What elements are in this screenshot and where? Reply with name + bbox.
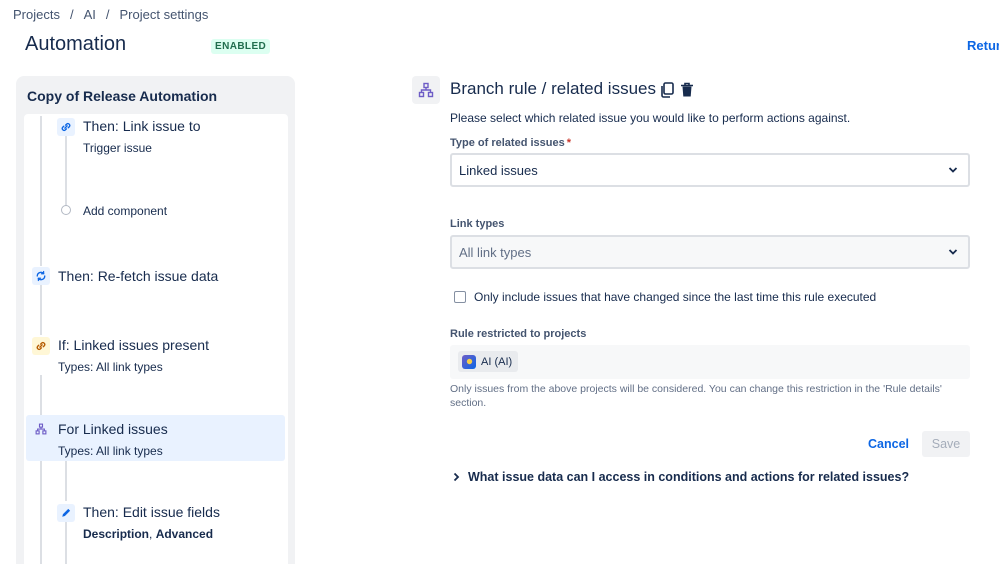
- timeline-line: [40, 375, 42, 415]
- project-avatar-icon: [462, 354, 476, 369]
- timeline-line: [40, 461, 42, 564]
- copy-icon[interactable]: [660, 82, 674, 103]
- node-subtitle: Types: All link types: [58, 360, 163, 374]
- node-title: Then: Re-fetch issue data: [58, 268, 219, 284]
- pencil-icon: [57, 504, 75, 522]
- chevron-down-icon: [948, 167, 958, 173]
- helper-text: Only issues from the above projects will…: [450, 383, 942, 409]
- node-title: For Linked issues: [58, 421, 168, 437]
- select-placeholder: All link types: [459, 244, 532, 260]
- status-badge: ENABLED: [211, 39, 271, 54]
- changed-only-row[interactable]: Only include issues that have changed si…: [454, 290, 876, 304]
- branch-icon: [412, 76, 440, 104]
- field-advanced: Advanced: [155, 527, 214, 541]
- add-component-label: Add component: [83, 204, 168, 218]
- breadcrumb-separator: /: [105, 7, 110, 22]
- save-button[interactable]: Save: [922, 431, 970, 457]
- node-subtitle: Types: All link types: [58, 444, 163, 458]
- node-title: Then: Edit issue fields: [83, 504, 220, 520]
- chevron-right-icon: [453, 472, 460, 482]
- timeline-line: [40, 285, 42, 335]
- refresh-icon: [32, 267, 50, 285]
- node-subtitle: Trigger issue: [83, 141, 152, 155]
- faq-label: What issue data can I access in conditio…: [468, 470, 910, 484]
- node-subtitle: Description, Advanced: [83, 527, 213, 541]
- field-separator: ,: [149, 527, 156, 541]
- section-title: Branch rule / related issues: [450, 79, 656, 98]
- breadcrumb-ai[interactable]: AI: [84, 7, 96, 22]
- node-title: If: Linked issues present: [58, 337, 209, 353]
- timeline-line: [65, 134, 67, 206]
- page-title: Automation: [25, 33, 127, 55]
- link-types-select[interactable]: All link types: [450, 235, 970, 269]
- breadcrumb: Projects / AI / Project settings: [13, 7, 208, 22]
- rule-panel: Copy of Release Automation: [16, 76, 295, 564]
- return-link[interactable]: Return: [967, 38, 999, 53]
- type-label-text: Type of related issues: [450, 137, 565, 149]
- changed-only-checkbox[interactable]: [454, 291, 466, 303]
- breadcrumb-separator: /: [69, 7, 74, 22]
- project-chip: AI (AI): [458, 351, 519, 372]
- select-value: Linked issues: [459, 162, 538, 178]
- link-types-label: Link types: [450, 218, 505, 230]
- checkbox-label: Only include issues that have changed si…: [474, 290, 877, 304]
- timeline-line: [65, 461, 67, 501]
- restricted-label: Rule restricted to projects: [450, 328, 587, 340]
- trash-icon[interactable]: [680, 82, 694, 103]
- faq-expander[interactable]: What issue data can I access in conditio…: [453, 470, 909, 484]
- timeline-line: [65, 522, 67, 564]
- project-chip-label: AI (AI): [481, 355, 513, 368]
- timeline-line: [40, 116, 42, 266]
- cancel-button[interactable]: Cancel: [868, 433, 909, 455]
- field-description: Description: [83, 527, 150, 541]
- chevron-down-icon: [948, 249, 958, 255]
- breadcrumb-project-settings[interactable]: Project settings: [120, 7, 209, 22]
- type-label: Type of related issues *: [450, 137, 571, 149]
- restricted-projects-field: AI (AI): [450, 345, 970, 379]
- section-description: Please select which related issue you wo…: [450, 111, 851, 125]
- link-icon: [32, 337, 50, 355]
- rule-name: Copy of Release Automation: [27, 88, 218, 104]
- required-mark: *: [566, 137, 572, 149]
- branch-icon: [32, 420, 50, 438]
- breadcrumb-projects[interactable]: Projects: [13, 7, 60, 22]
- add-component-dot: [61, 205, 71, 215]
- related-issues-type-select[interactable]: Linked issues: [450, 153, 970, 187]
- node-title: Then: Link issue to: [83, 118, 201, 134]
- link-icon: [57, 118, 75, 136]
